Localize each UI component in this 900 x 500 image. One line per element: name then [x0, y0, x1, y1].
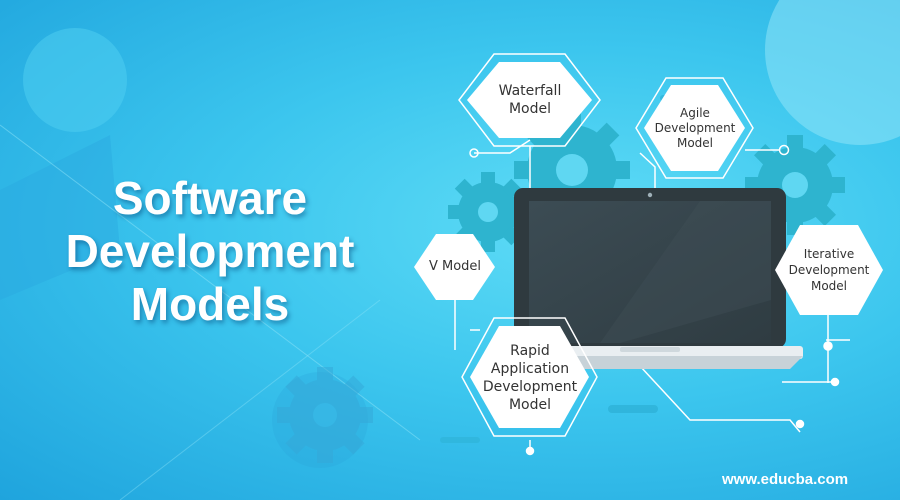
iterative-model-line-1: Iterative [803, 247, 855, 261]
banner: Waterfall Model Agile Development Model … [0, 0, 900, 500]
rad-model-line-3: Development [482, 379, 578, 395]
website-url: www.educba.com [722, 471, 849, 488]
waterfall-model-line-1: Waterfall [498, 83, 562, 99]
iterative-model-line-3: Model [810, 279, 848, 293]
rapid-application-development-model-label: Rapid Application Development Model [474, 342, 586, 414]
title-line-3: Models [130, 278, 290, 330]
agile-model-line-1: Agile [680, 105, 710, 120]
waterfall-model-label: Waterfall Model [478, 78, 582, 122]
waterfall-model-line-2: Model [508, 101, 552, 117]
agile-model-line-2: Development [654, 120, 736, 135]
iterative-model-line-2: Development [788, 263, 870, 277]
rad-model-line-1: Rapid [510, 343, 550, 359]
v-model-line-1: V Model [428, 259, 482, 274]
title-line-1: Software [112, 172, 308, 224]
agile-model-line-3: Model [676, 135, 714, 150]
page-title: Software Development Models [20, 172, 400, 331]
rad-model-line-2: Application [490, 361, 570, 377]
rad-model-line-4: Model [508, 397, 552, 413]
title-line-2: Development [65, 225, 355, 277]
v-model-label: V Model [412, 257, 498, 277]
gear-icon [277, 367, 373, 463]
agile-development-model-label: Agile Development Model [648, 104, 742, 152]
iterative-development-model-label: Iterative Development Model [779, 245, 879, 295]
